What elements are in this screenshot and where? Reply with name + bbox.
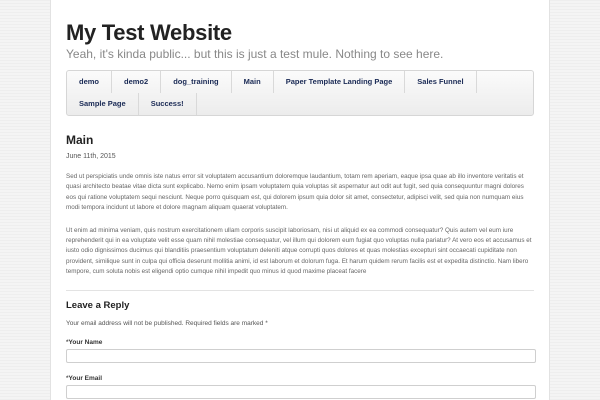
email-field-label: *Your Email xyxy=(66,375,534,382)
main-navigation: demo demo2 dog_training Main Paper Templ… xyxy=(66,70,534,116)
post-date: June 11th, 2015 xyxy=(66,153,116,160)
site-tagline: Yeah, it's kinda public... but this is j… xyxy=(66,47,444,61)
name-input[interactable] xyxy=(66,348,536,363)
nav-item-main[interactable]: Main xyxy=(232,71,274,93)
name-field-label: *Your Name xyxy=(66,339,534,346)
nav-item-paper-template-landing-page[interactable]: Paper Template Landing Page xyxy=(274,71,406,93)
post-paragraph-2: Ut enim ad minima veniam, quis nostrum e… xyxy=(66,226,532,276)
nav-item-sales-funnel[interactable]: Sales Funnel xyxy=(405,71,477,93)
email-label-text: Your Email xyxy=(68,374,103,382)
name-label-text: Your Name xyxy=(68,338,103,346)
comments-divider xyxy=(66,289,534,291)
post-paragraph-1: Sed ut perspiciatis unde omnis iste natu… xyxy=(66,173,524,212)
email-input[interactable] xyxy=(66,384,536,399)
nav-item-success[interactable]: Success! xyxy=(139,93,197,115)
page-container: My Test Website Yeah, it's kinda public.… xyxy=(50,0,550,400)
nav-item-demo[interactable]: demo xyxy=(67,71,113,93)
nav-item-dog-training[interactable]: dog_training xyxy=(161,71,232,93)
nav-item-sample-page[interactable]: Sample Page xyxy=(67,93,139,115)
comment-notes: Your email address will not be published… xyxy=(66,319,268,327)
nav-item-demo2[interactable]: demo2 xyxy=(112,71,162,93)
post-title[interactable]: Main xyxy=(66,133,534,147)
site-title[interactable]: My Test Website xyxy=(66,22,534,44)
reply-title: Leave a Reply xyxy=(66,299,130,311)
